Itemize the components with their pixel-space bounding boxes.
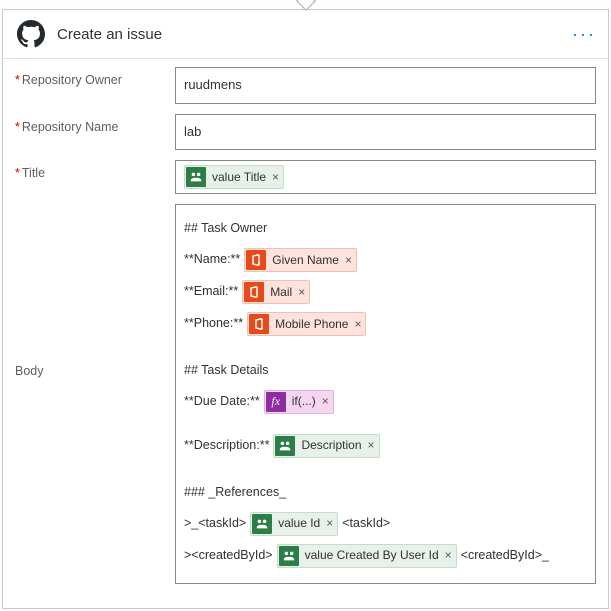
card-menu-button[interactable]: ··· [572, 24, 596, 45]
token-remove[interactable]: × [272, 169, 279, 186]
token-remove[interactable]: × [368, 437, 375, 454]
office-icon [249, 314, 269, 334]
input-repo-name[interactable]: lab [175, 114, 596, 151]
label-title: Title [15, 160, 175, 180]
label-repo-name: Repository Name [15, 114, 175, 134]
input-title[interactable]: value Title × [175, 160, 596, 194]
md-name-label: **Name:** [184, 248, 240, 272]
md-phone-label: **Phone:** [184, 312, 243, 336]
token-given-name[interactable]: Given Name × [244, 248, 357, 272]
value-repo-owner: ruudmens [184, 73, 242, 98]
value-repo-name: lab [184, 120, 201, 145]
office-icon [244, 282, 264, 302]
token-description[interactable]: Description × [273, 434, 379, 458]
md-taskid-open: >_<taskId> [184, 512, 246, 536]
token-value-id[interactable]: value Id × [250, 512, 338, 536]
card-title: Create an issue [57, 26, 572, 43]
expression-fx-icon: fx [266, 392, 286, 412]
token-fx-if[interactable]: fx if(...) × [264, 390, 334, 414]
label-repo-owner: Repository Owner [15, 67, 175, 87]
token-remove[interactable]: × [322, 393, 329, 410]
token-remove[interactable]: × [354, 316, 361, 333]
github-icon [15, 18, 47, 50]
token-mail[interactable]: Mail × [242, 280, 310, 304]
input-repo-owner[interactable]: ruudmens [175, 67, 596, 104]
md-heading-references: ### _References_ [184, 481, 587, 505]
md-due-date-label: **Due Date:** [184, 390, 260, 414]
planner-icon [252, 514, 272, 534]
token-value-title[interactable]: value Title × [184, 165, 284, 189]
office-icon [246, 250, 266, 270]
token-remove[interactable]: × [445, 547, 452, 564]
token-remove[interactable]: × [298, 284, 305, 301]
planner-icon [186, 167, 206, 187]
token-mobile-phone[interactable]: Mobile Phone × [247, 312, 366, 336]
md-createdby-open: ><createdById> [184, 544, 273, 568]
label-body: Body [15, 204, 175, 378]
md-heading-task-details: ## Task Details [184, 359, 587, 383]
md-taskid-close: <taskId> [342, 512, 390, 536]
md-createdby-close: <createdById>_ [461, 544, 549, 568]
planner-icon [275, 436, 295, 456]
card-header[interactable]: Create an issue ··· [3, 10, 608, 59]
md-description-label: **Description:** [184, 434, 269, 458]
md-heading-task-owner: ## Task Owner [184, 217, 587, 241]
token-remove[interactable]: × [345, 252, 352, 269]
planner-icon [279, 546, 299, 566]
action-card-create-issue: Create an issue ··· Repository Owner ruu… [2, 9, 609, 609]
token-remove[interactable]: × [326, 515, 333, 532]
input-body[interactable]: ## Task Owner **Name:** Given Name × **E… [175, 204, 596, 583]
md-email-label: **Email:** [184, 280, 238, 304]
token-value-created-by-user-id[interactable]: value Created By User Id × [277, 544, 457, 568]
